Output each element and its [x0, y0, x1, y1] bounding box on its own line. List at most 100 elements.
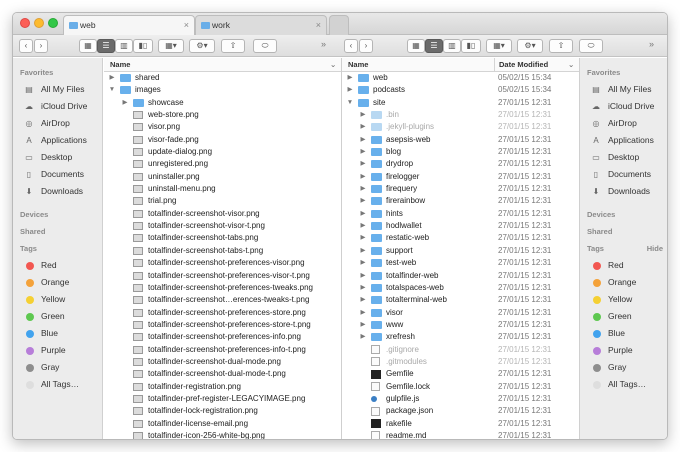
file-row[interactable]: ▶ .bin 27/01/15 12:31 — [342, 109, 579, 121]
file-row[interactable]: ▶ support 27/01/15 12:31 — [342, 245, 579, 257]
sidebar-item-all-files[interactable]: ▤ All My Files — [13, 81, 102, 98]
sidebar-tag-item[interactable]: Red — [580, 257, 667, 274]
date-modified-column-header[interactable]: Date Modified — [494, 58, 548, 71]
sidebar-item-cloud[interactable]: ☁ iCloud Drive — [13, 98, 102, 115]
file-row[interactable]: totalfinder-screenshot-preferences-store… — [104, 307, 341, 319]
tab-work[interactable]: work × — [195, 15, 327, 35]
disclosure-closed-icon[interactable]: ▶ — [359, 319, 367, 331]
file-row[interactable]: gulpfile.js 27/01/15 12:31 — [342, 393, 579, 405]
sidebar-item-applications[interactable]: A Applications — [580, 132, 667, 149]
sidebar-tag-item[interactable]: Blue — [580, 325, 667, 342]
file-row[interactable]: totalfinder-pref-register-LEGACYIMAGE.pn… — [104, 393, 341, 405]
disclosure-closed-icon[interactable]: ▶ — [359, 109, 367, 121]
toolbar-overflow-icon[interactable]: » — [649, 39, 654, 49]
disclosure-closed-icon[interactable]: ▶ — [359, 331, 367, 343]
sidebar-item-applications[interactable]: A Applications — [13, 132, 102, 149]
forward-button[interactable]: › — [359, 39, 373, 53]
file-row[interactable]: ▶ www 27/01/15 12:31 — [342, 319, 579, 331]
file-row[interactable]: totalfinder-screenshot-visor-t.png — [104, 220, 341, 232]
list-view-button[interactable]: ☰ — [97, 39, 115, 53]
file-row[interactable]: visor.png — [104, 121, 341, 133]
disclosure-open-icon[interactable]: ▼ — [346, 97, 354, 109]
icon-view-button[interactable]: ▦ — [407, 39, 425, 53]
toolbar-overflow-icon[interactable]: » — [321, 39, 326, 49]
file-row[interactable]: uninstall-menu.png — [104, 183, 341, 195]
disclosure-closed-icon[interactable]: ▶ — [359, 171, 367, 183]
share-button[interactable]: ⇧ — [549, 39, 573, 53]
disclosure-closed-icon[interactable]: ▶ — [359, 282, 367, 294]
sidebar-tag-item[interactable]: Purple — [580, 342, 667, 359]
file-row[interactable]: ▶ asepsis-web 27/01/15 12:31 — [342, 134, 579, 146]
back-button[interactable]: ‹ — [344, 39, 358, 53]
file-row[interactable]: ▶ totalterminal-web 27/01/15 12:31 — [342, 294, 579, 306]
file-row[interactable]: package.json 27/01/15 12:31 — [342, 405, 579, 417]
file-row[interactable]: totalfinder-screenshot-preferences-visor… — [104, 270, 341, 282]
disclosure-closed-icon[interactable]: ▶ — [346, 84, 354, 96]
file-row[interactable]: totalfinder-screenshot-preferences-tweak… — [104, 282, 341, 294]
file-row[interactable]: ▶ firequery 27/01/15 12:31 — [342, 183, 579, 195]
sidebar-item-desktop[interactable]: ▭ Desktop — [13, 149, 102, 166]
sidebar-item-downloads[interactable]: ⬇ Downloads — [13, 183, 102, 200]
share-button[interactable]: ⇧ — [221, 39, 245, 53]
sidebar-item-documents[interactable]: ▯ Documents — [580, 166, 667, 183]
name-column-header[interactable]: Name — [348, 58, 368, 71]
icon-view-button[interactable]: ▦ — [79, 39, 97, 53]
sidebar-item-airdrop[interactable]: ◎ AirDrop — [580, 115, 667, 132]
file-row[interactable]: totalfinder-icon-256-white-bg.png — [104, 430, 341, 439]
file-row[interactable]: ▶ visor 27/01/15 12:31 — [342, 307, 579, 319]
file-row[interactable]: ▶ firerainbow 27/01/15 12:31 — [342, 195, 579, 207]
close-tab-icon[interactable]: × — [316, 16, 321, 35]
disclosure-open-icon[interactable]: ▼ — [108, 84, 116, 96]
file-row[interactable]: web-store.png — [104, 109, 341, 121]
sidebar-tag-item[interactable]: Purple — [13, 342, 102, 359]
arrange-button[interactable]: ▦▾ — [486, 39, 512, 53]
sidebar-tag-item[interactable]: Blue — [13, 325, 102, 342]
disclosure-closed-icon[interactable]: ▶ — [359, 146, 367, 158]
disclosure-closed-icon[interactable]: ▶ — [359, 158, 367, 170]
file-row[interactable]: .gitignore 27/01/15 12:31 — [342, 344, 579, 356]
sidebar-tag-item[interactable]: Orange — [13, 274, 102, 291]
file-row[interactable]: visor-fade.png — [104, 134, 341, 146]
disclosure-closed-icon[interactable]: ▶ — [359, 257, 367, 269]
file-row[interactable]: totalfinder-screenshot-tabs-t.png — [104, 245, 341, 257]
sort-chevron-icon[interactable]: ⌄ — [330, 58, 336, 71]
sidebar-tag-item[interactable]: Orange — [580, 274, 667, 291]
disclosure-closed-icon[interactable]: ▶ — [346, 72, 354, 84]
file-row[interactable]: ▶ hints 27/01/15 12:31 — [342, 208, 579, 220]
file-row[interactable]: totalfinder-screenshot-preferences-info.… — [104, 331, 341, 343]
disclosure-closed-icon[interactable]: ▶ — [359, 121, 367, 133]
sort-chevron-icon[interactable]: ⌄ — [568, 58, 574, 71]
file-row[interactable]: readme.md 27/01/15 12:31 — [342, 430, 579, 439]
file-row[interactable]: totalfinder-screenshot-dual-mode-t.png — [104, 368, 341, 380]
file-row[interactable]: totalfinder-screenshot-preferences-store… — [104, 319, 341, 331]
action-button[interactable]: ⚙▾ — [517, 39, 543, 53]
file-row[interactable]: ▶ .jekyll-plugins 27/01/15 12:31 — [342, 121, 579, 133]
disclosure-closed-icon[interactable]: ▶ — [359, 232, 367, 244]
sidebar-item-desktop[interactable]: ▭ Desktop — [580, 149, 667, 166]
file-row[interactable]: update-dialog.png — [104, 146, 341, 158]
disclosure-closed-icon[interactable]: ▶ — [359, 208, 367, 220]
file-row[interactable]: totalfinder-lock-registration.png — [104, 405, 341, 417]
zoom-window-button[interactable] — [48, 18, 58, 28]
column-view-button[interactable]: ▥ — [115, 39, 133, 53]
sidebar-item-all-files[interactable]: ▤ All My Files — [580, 81, 667, 98]
file-row[interactable]: ▶ xrefresh 27/01/15 12:31 — [342, 331, 579, 343]
file-row[interactable]: ▶ showcase — [104, 97, 341, 109]
name-column-header[interactable]: Name — [110, 58, 130, 71]
column-header[interactable]: Name Date Modified ⌄ — [342, 58, 579, 72]
file-row[interactable]: Gemfile 27/01/15 12:31 — [342, 368, 579, 380]
disclosure-closed-icon[interactable]: ▶ — [359, 294, 367, 306]
sidebar-tag-item[interactable]: All Tags… — [580, 376, 667, 393]
disclosure-closed-icon[interactable]: ▶ — [359, 134, 367, 146]
file-row[interactable]: ▶ drydrop 27/01/15 12:31 — [342, 158, 579, 170]
file-row[interactable]: Gemfile.lock 27/01/15 12:31 — [342, 381, 579, 393]
new-tab-button[interactable] — [329, 15, 349, 35]
column-header[interactable]: Name ⌄ — [104, 58, 341, 72]
tab-web[interactable]: web × — [63, 15, 195, 35]
file-row[interactable]: ▶ blog 27/01/15 12:31 — [342, 146, 579, 158]
file-row[interactable]: totalfinder-registration.png — [104, 381, 341, 393]
sidebar-item-airdrop[interactable]: ◎ AirDrop — [13, 115, 102, 132]
sidebar-tag-item[interactable]: Yellow — [580, 291, 667, 308]
file-row[interactable]: ▶ totalfinder-web 27/01/15 12:31 — [342, 270, 579, 282]
file-row[interactable]: ▶ shared — [104, 72, 341, 84]
